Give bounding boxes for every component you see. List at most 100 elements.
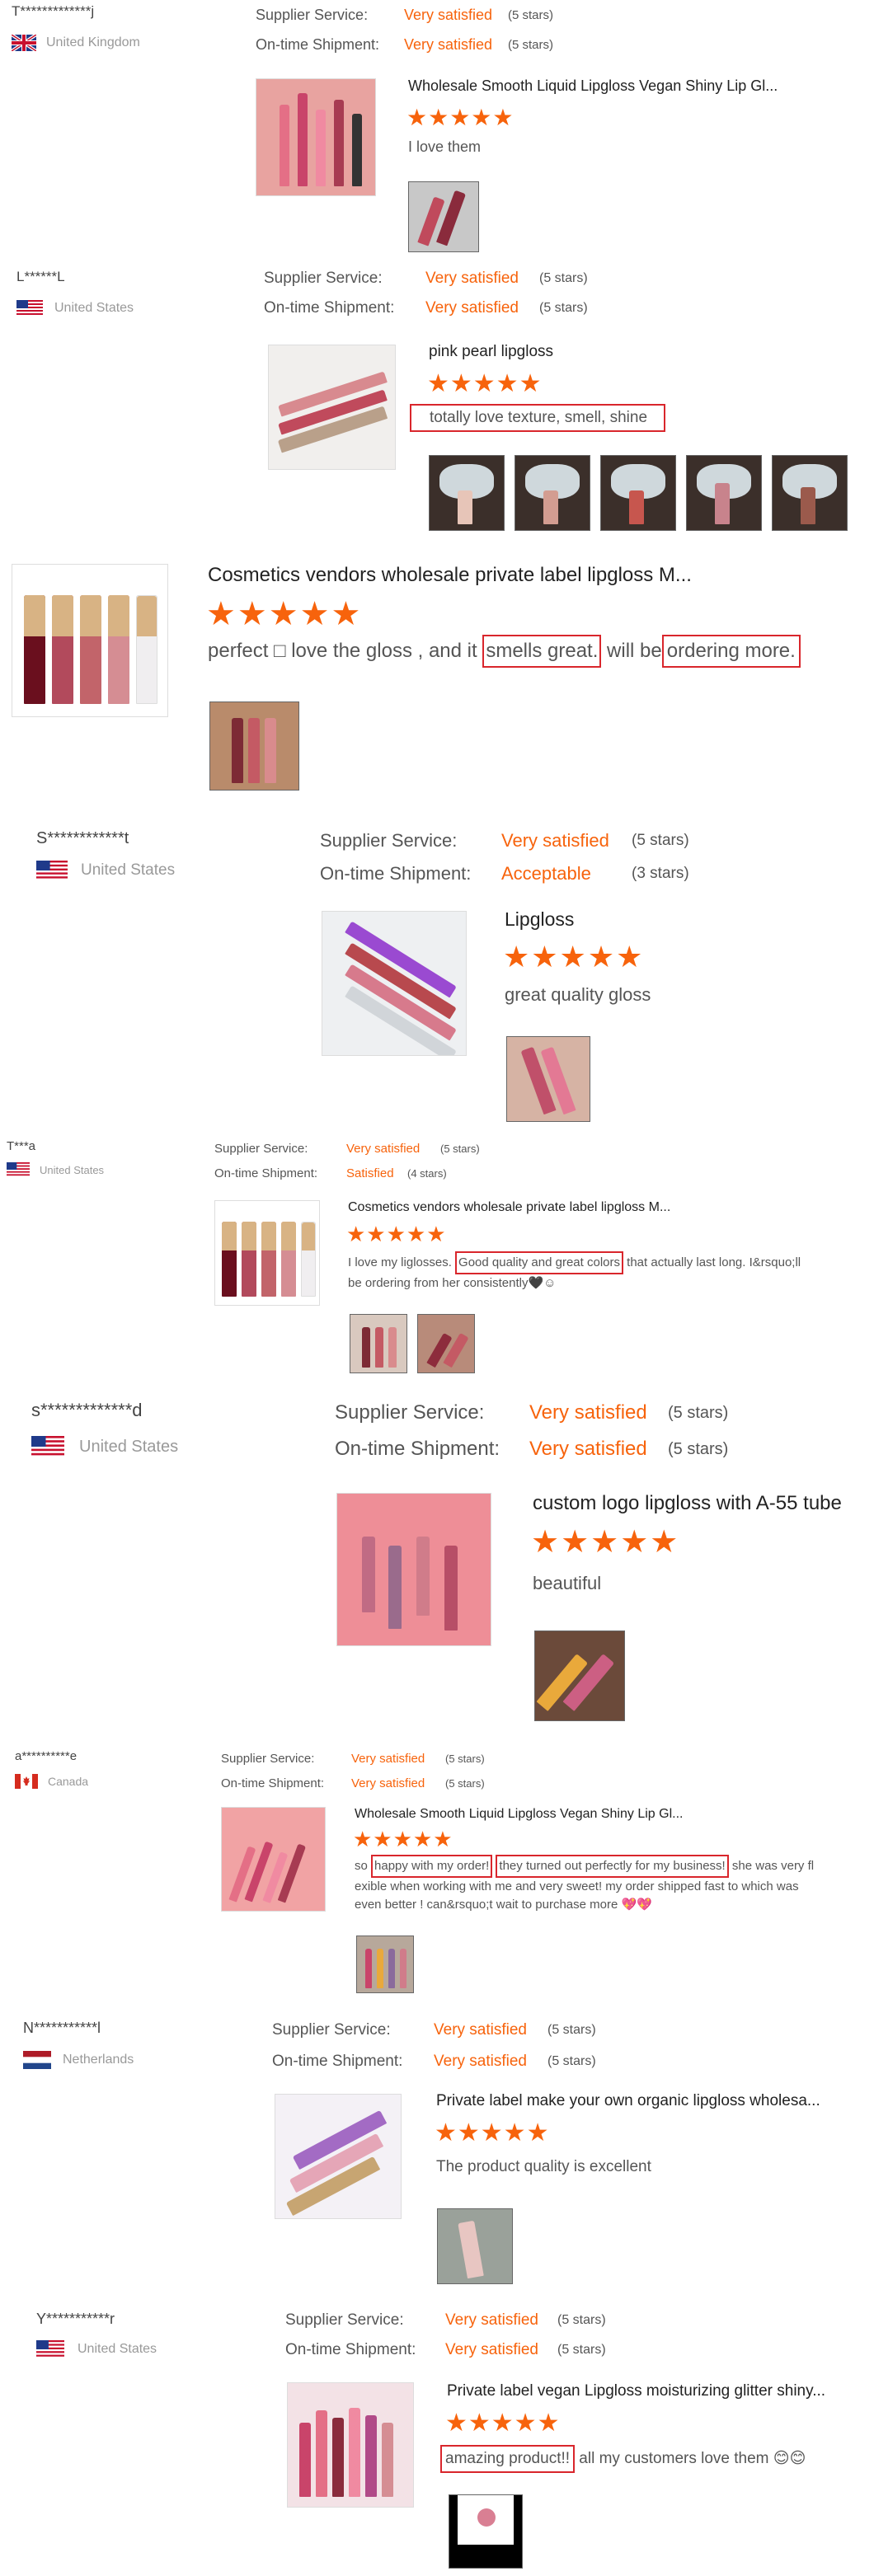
review-photos — [437, 2208, 513, 2284]
review-photo[interactable] — [350, 1314, 407, 1373]
buyer-name: T*************j — [12, 3, 95, 19]
review-photos — [408, 181, 479, 252]
review-photo[interactable] — [417, 1314, 475, 1373]
shipment-label: On-time Shipment: — [335, 1438, 500, 1460]
review-photo[interactable] — [408, 181, 479, 252]
ratings-meta: Supplier Service: Very satisfied (5 stars)… — [320, 824, 689, 890]
highlight-box: ordering more. — [661, 635, 801, 668]
review-photo[interactable] — [686, 455, 762, 531]
product-title[interactable]: Wholesale Smooth Liquid Lipgloss Vegan S… — [355, 1807, 849, 1822]
comment-text: all my customers love them 😊😊 — [575, 2450, 806, 2467]
shipment-stars: (5 stars) — [668, 1439, 729, 1458]
buyer-country: United Kingdom — [12, 35, 140, 51]
supplier-service-value: Very satisfied — [434, 2021, 527, 2039]
supplier-service-label: Supplier Service: — [335, 1401, 485, 1424]
product-title[interactable]: Private label make your own organic lipg… — [436, 2092, 865, 2110]
supplier-service-value: Very satisfied — [445, 2311, 538, 2329]
review-photo[interactable] — [429, 455, 505, 531]
shipment-stars: (5 stars) — [539, 301, 588, 315]
supplier-service-stars: (5 stars) — [557, 2313, 606, 2327]
us-flag-icon — [7, 1162, 30, 1177]
product-title[interactable]: Wholesale Smooth Liquid Lipgloss Vegan S… — [408, 77, 853, 95]
shipment-stars: (5 stars) — [508, 37, 554, 52]
review-comment: amazing product!! all my customers love … — [440, 2445, 806, 2473]
comment-text: be ordering from her consistently🖤☺ — [348, 1276, 557, 1290]
country-name: United States — [81, 861, 176, 879]
supplier-service-label: Supplier Service: — [285, 2311, 404, 2329]
review-photo[interactable] — [437, 2208, 513, 2284]
product-thumbnail[interactable] — [268, 345, 396, 470]
rating-stars: ★★★★★ — [531, 1525, 680, 1560]
review-card: T***a United States Supplier Service: Ver… — [7, 1136, 864, 1185]
review-card: L******L United States Supplier Service:… — [16, 264, 866, 317]
rating-stars: ★★★★★ — [445, 2409, 561, 2437]
review-card: N***********l Netherlands Supplier Servi… — [23, 2015, 864, 2081]
review-photo[interactable] — [356, 1936, 414, 1993]
review-comment: so happy with my order! they turned out … — [355, 1855, 866, 1914]
canada-flag-icon — [15, 1774, 38, 1789]
product-thumbnail[interactable] — [256, 78, 376, 196]
ratings-meta: Supplier Service: Very satisfied (5 stars)… — [285, 2306, 606, 2365]
supplier-service-label: Supplier Service: — [214, 1141, 308, 1156]
highlight-box: they turned out perfectly for my busines… — [496, 1855, 729, 1878]
product-title[interactable]: Private label vegan Lipgloss moisturizin… — [447, 2382, 867, 2400]
supplier-service-value: Very satisfied — [529, 1401, 647, 1424]
review-comment: beautiful — [533, 1573, 602, 1593]
product-title[interactable]: pink pearl lipgloss — [429, 343, 858, 361]
supplier-service-stars: (5 stars) — [445, 1752, 485, 1765]
shipment-value: Very satisfied — [434, 2053, 527, 2070]
review-photo[interactable] — [534, 1631, 625, 1721]
buyer-name: T***a — [7, 1139, 36, 1153]
product-thumbnail[interactable] — [214, 1200, 320, 1306]
supplier-service-label: Supplier Service: — [221, 1751, 315, 1766]
country-name: United Kingdom — [46, 35, 140, 49]
ratings-meta: Supplier Service: Very satisfied (5 stars)… — [221, 1746, 485, 1795]
product-title[interactable]: Cosmetics vendors wholesale private labe… — [208, 564, 859, 587]
comment-text: perfect □ love the gloss , and it — [208, 640, 483, 662]
review-photos — [449, 2494, 523, 2569]
review-photo[interactable] — [772, 455, 848, 531]
comment-text: I love my liglosses. — [348, 1255, 456, 1269]
product-thumbnail[interactable] — [275, 2094, 402, 2219]
buyer-country: United States — [16, 300, 134, 317]
review-photo[interactable] — [600, 455, 676, 531]
product-title[interactable]: Lipgloss — [505, 908, 859, 931]
rating-stars: ★★★★★ — [503, 940, 645, 974]
supplier-service-label: Supplier Service: — [272, 2021, 391, 2039]
buyer-name: N***********l — [23, 2020, 101, 2036]
product-thumbnail[interactable] — [287, 2382, 414, 2508]
buyer-name: S************t — [36, 829, 129, 847]
review-photo[interactable] — [506, 1036, 590, 1122]
product-title[interactable]: custom logo lipgloss with A-55 tube — [533, 1492, 871, 1515]
review-photos — [350, 1314, 475, 1373]
us-flag-icon — [16, 300, 43, 317]
country-name: United States — [40, 1163, 105, 1176]
shipment-label: On-time Shipment: — [320, 863, 472, 884]
supplier-service-label: Supplier Service: — [320, 830, 458, 851]
product-thumbnail[interactable] — [336, 1493, 491, 1646]
comment-text: she was very fl — [728, 1859, 815, 1873]
rating-stars: ★★★★★ — [346, 1222, 447, 1246]
buyer-country: United States — [31, 1436, 178, 1457]
review-photo[interactable] — [209, 701, 299, 791]
product-title[interactable]: Cosmetics vendors wholesale private labe… — [348, 1200, 851, 1215]
product-thumbnail[interactable] — [221, 1807, 326, 1912]
supplier-service-value: Very satisfied — [404, 6, 493, 23]
product-thumbnail[interactable] — [322, 911, 467, 1056]
review-comment: perfect □ love the gloss , and it smells… — [208, 635, 801, 668]
shipment-label: On-time Shipment: — [285, 2341, 416, 2358]
product-thumbnail[interactable] — [12, 564, 168, 717]
supplier-service-stars: (5 stars) — [508, 7, 554, 22]
supplier-service-value: Very satisfied — [346, 1141, 421, 1156]
review-photos — [209, 701, 299, 791]
rating-stars: ★★★★★ — [406, 105, 515, 130]
review-card: a**********e Canada Supplier Service: Ver… — [15, 1746, 864, 1795]
review-photo[interactable] — [515, 455, 590, 531]
review-photos — [356, 1936, 414, 1993]
buyer-name: L******L — [16, 269, 65, 284]
rating-stars: ★★★★★ — [206, 596, 363, 632]
review-photo[interactable] — [449, 2494, 523, 2569]
country-name: United States — [79, 1437, 179, 1456]
rating-stars: ★★★★★ — [427, 370, 543, 397]
ratings-meta: Supplier Service: Very satisfied (5 stars)… — [335, 1395, 728, 1467]
